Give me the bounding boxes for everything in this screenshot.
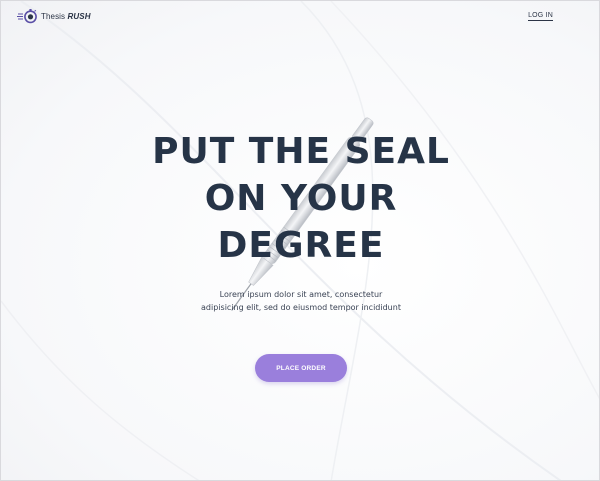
login-link[interactable]: LOG IN xyxy=(528,12,553,21)
header: Thesis RUSH LOG IN xyxy=(1,1,599,31)
headline-line: DEGREE xyxy=(217,225,385,266)
headline-line: PUT THE SEAL xyxy=(152,131,450,172)
stopwatch-icon xyxy=(17,9,37,24)
subtext-line: adipisicing elit, sed do eiusmod tempor … xyxy=(201,303,401,312)
page: Thesis RUSH LOG IN PUT THE SEAL ON YOUR … xyxy=(0,0,600,481)
hero-headline: PUT THE SEAL ON YOUR DEGREE xyxy=(1,128,599,269)
headline-line: ON YOUR xyxy=(204,178,398,219)
place-order-button[interactable]: PLACE ORDER xyxy=(255,354,347,382)
hero-subtext: Lorem ipsum dolor sit amet, consectetur … xyxy=(1,288,599,314)
logo-brand: RUSH xyxy=(67,11,91,21)
subtext-line: Lorem ipsum dolor sit amet, consectetur xyxy=(219,290,383,299)
logo[interactable]: Thesis RUSH xyxy=(17,8,91,24)
logo-text: Thesis RUSH xyxy=(41,12,91,21)
logo-prefix: Thesis xyxy=(41,11,66,21)
